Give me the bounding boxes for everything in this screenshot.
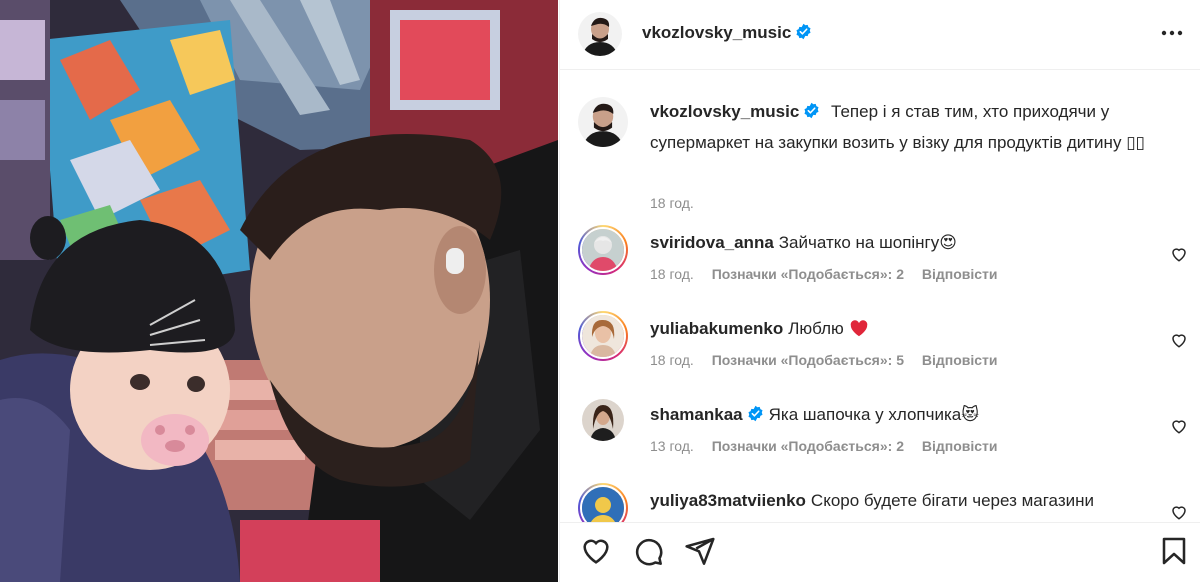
- post-header: vkozlovsky_music: [560, 0, 1200, 70]
- comment-meta: 18 год. Позначки «Подобається»: 5 Відпов…: [650, 352, 1012, 368]
- comment-text: Яка шапочка у хлопчика: [768, 405, 962, 424]
- like-comment-button[interactable]: [1170, 417, 1188, 435]
- like-button[interactable]: [580, 535, 612, 567]
- comment-avatar[interactable]: [578, 483, 628, 522]
- reply-button[interactable]: Відповісти: [922, 438, 998, 454]
- comment-text-line: yuliabakumenko Люблю: [650, 319, 869, 339]
- heart-outline-icon: [1172, 506, 1186, 520]
- comment-time[interactable]: 18 год.: [650, 266, 694, 282]
- comment-avatar[interactable]: [582, 399, 624, 441]
- comment-likes-link[interactable]: Позначки «Подобається»: 5: [712, 352, 904, 368]
- comments-scroll-area[interactable]: vkozlovsky_music Тепер і я став тим, хто…: [560, 71, 1200, 522]
- comment-item: sviridova_anna Зайчатко на шопінгу😍 18 го…: [578, 225, 1188, 305]
- heart-outline-icon: [1172, 420, 1186, 434]
- like-comment-button[interactable]: [1170, 503, 1188, 521]
- post-actions-bar: [560, 522, 1200, 582]
- like-comment-button[interactable]: [1170, 245, 1188, 263]
- comment-likes-link[interactable]: Позначки «Подобається»: 2: [712, 266, 904, 282]
- reply-button[interactable]: Відповісти: [922, 266, 998, 282]
- post-image: [0, 0, 558, 582]
- share-button[interactable]: [684, 535, 716, 567]
- comment-meta: 18 год. Позначки «Подобається»: 2 Відпов…: [650, 266, 1012, 282]
- caption-emoji: ▯▯: [1126, 133, 1145, 152]
- comment-text: Скоро будете бігати через магазини: [810, 491, 1094, 510]
- comment-meta: 13 год. Позначки «Подобається»: 2 Відпов…: [650, 438, 1012, 454]
- post-photo[interactable]: [0, 0, 558, 582]
- comment-text-line: shamankaa Яка шапочка у хлопчика😻: [650, 405, 979, 427]
- comment-username-text[interactable]: shamankaa: [650, 405, 743, 424]
- comment-avatar[interactable]: [578, 225, 628, 275]
- comment-username[interactable]: sviridova_anna: [650, 233, 774, 252]
- comment-text-line: sviridova_anna Зайчатко на шопінгу😍: [650, 233, 957, 253]
- share-icon: [685, 537, 715, 565]
- comment-emoji: 😻: [961, 405, 979, 424]
- comment-item: yuliabakumenko Люблю 18 год. Позначки «По…: [578, 311, 1188, 391]
- more-horizontal-icon: [1161, 30, 1183, 36]
- reply-button[interactable]: Відповісти: [922, 352, 998, 368]
- caption-text: vkozlovsky_music Тепер і я став тим, хто…: [650, 97, 1190, 157]
- comment-icon: [635, 538, 663, 566]
- comment-text: Зайчатко на шопінгу: [778, 233, 940, 252]
- caption-username-text[interactable]: vkozlovsky_music: [650, 102, 799, 121]
- more-options-button[interactable]: [1159, 20, 1185, 46]
- verified-badge-icon: [747, 405, 764, 427]
- comment-username[interactable]: yuliya83matviienko: [650, 491, 806, 510]
- verified-badge-icon: [803, 99, 820, 128]
- heart-outline-icon: [1172, 334, 1186, 348]
- comment-time[interactable]: 13 год.: [650, 438, 694, 454]
- caption-avatar[interactable]: [578, 97, 628, 147]
- author-username-text[interactable]: vkozlovsky_music: [642, 23, 791, 42]
- author-username[interactable]: vkozlovsky_music: [642, 23, 812, 45]
- heart-outline-icon: [1172, 248, 1186, 262]
- comment-text: Люблю: [788, 319, 844, 338]
- comment-text-line: yuliya83matviienko Скоро будете бігати че…: [650, 491, 1094, 511]
- comment-item: yuliya83matviienko Скоро будете бігати че…: [578, 483, 1188, 522]
- comment-button[interactable]: [632, 535, 664, 567]
- caption-username[interactable]: vkozlovsky_music: [650, 102, 820, 121]
- comment-likes-link[interactable]: Позначки «Подобається»: 2: [712, 438, 904, 454]
- comment-emoji: 😍: [939, 233, 957, 252]
- verified-badge-icon: [795, 23, 812, 45]
- post-panel: vkozlovsky_music vkozlovsky_music Тепер …: [559, 0, 1200, 582]
- author-avatar[interactable]: [578, 12, 622, 56]
- comment-username[interactable]: yuliabakumenko: [650, 319, 783, 338]
- caption-timestamp[interactable]: 18 год.: [650, 195, 694, 211]
- like-comment-button[interactable]: [1170, 331, 1188, 349]
- comment-avatar[interactable]: [578, 311, 628, 361]
- comment-time[interactable]: 18 год.: [650, 352, 694, 368]
- heart-icon: [583, 539, 609, 564]
- red-heart-emoji-icon: [849, 319, 869, 338]
- save-button[interactable]: [1158, 535, 1190, 567]
- comment-item: shamankaa Яка шапочка у хлопчика😻 13 год.…: [578, 397, 1188, 477]
- comment-username[interactable]: shamankaa: [650, 405, 764, 424]
- bookmark-icon: [1162, 537, 1186, 565]
